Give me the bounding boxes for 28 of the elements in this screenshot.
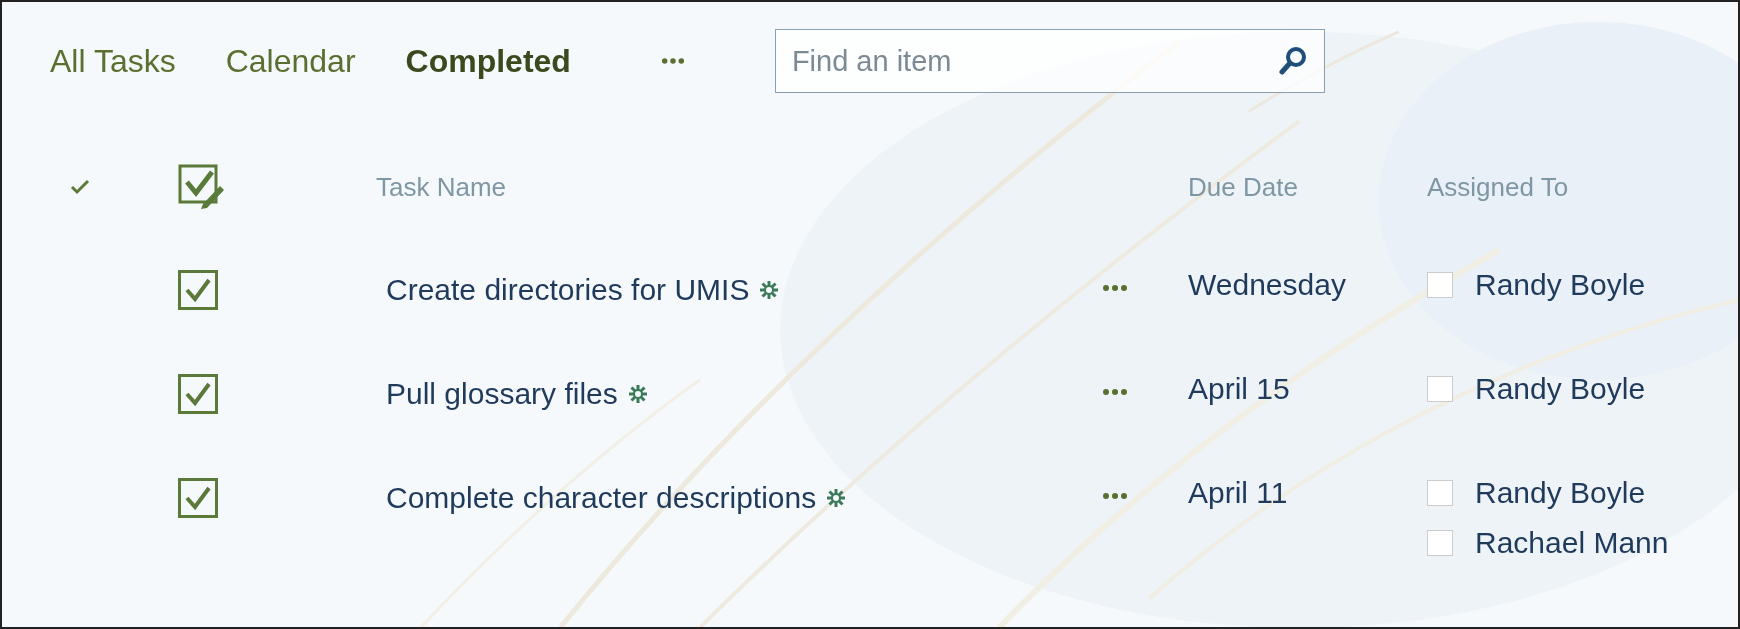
person-link[interactable]: Randy Boyle xyxy=(1475,372,1646,406)
task-link[interactable]: Create directories for UMIS xyxy=(386,273,750,307)
due-date: April 11 xyxy=(1188,476,1288,509)
checkbox[interactable] xyxy=(178,270,218,310)
nav-tab[interactable]: Calendar xyxy=(225,42,356,80)
search-icon[interactable] xyxy=(1278,46,1307,76)
more-icon[interactable] xyxy=(1102,492,1128,500)
more-icon[interactable] xyxy=(660,57,685,65)
more-icon[interactable] xyxy=(1102,388,1128,396)
presence-icon xyxy=(1427,480,1453,506)
presence-icon xyxy=(1427,530,1453,556)
checkbox[interactable] xyxy=(178,478,218,518)
person-link[interactable]: Randy Boyle xyxy=(1475,476,1646,510)
due-date: April 15 xyxy=(1188,372,1290,405)
due-date: Wednesday xyxy=(1188,268,1346,301)
check-icon[interactable] xyxy=(70,179,90,195)
person-link[interactable]: Rachael Mann xyxy=(1475,526,1669,560)
task-link[interactable]: Pull glossary files xyxy=(386,377,618,411)
nav-tab[interactable]: Completed xyxy=(405,42,571,80)
more-icon[interactable] xyxy=(1102,284,1128,292)
task-link[interactable]: Complete character descriptions xyxy=(386,481,817,515)
checkbox[interactable] xyxy=(178,374,218,414)
person-link[interactable]: Randy Boyle xyxy=(1475,268,1646,302)
presence-icon xyxy=(1427,376,1453,402)
search-field[interactable]: Find an item xyxy=(774,29,1325,93)
nav-tab[interactable]: All Tasks xyxy=(50,42,176,80)
presence-icon xyxy=(1427,272,1453,298)
edit-checkbox-icon[interactable] xyxy=(178,164,224,210)
